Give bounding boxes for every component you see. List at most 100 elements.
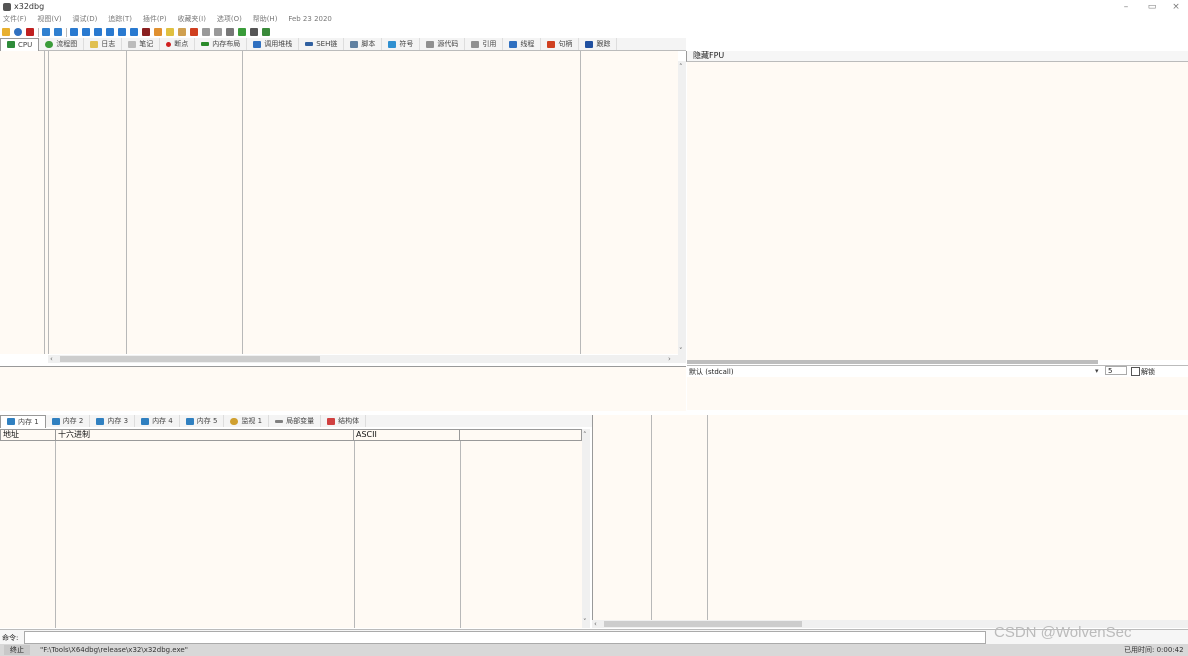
tab-script[interactable]: 脚本 — [344, 38, 383, 50]
menu-file[interactable]: 文件(F) — [3, 15, 27, 23]
registers-pane[interactable] — [687, 62, 1188, 360]
menu-favourites[interactable]: 收藏夹(I) — [177, 15, 206, 23]
scroll-up-icon[interactable]: ˄ — [583, 431, 587, 439]
memory-tab-bar: 内存 1 内存 2 内存 3 内存 4 内存 5 监视 1 局部变量 结构体 — [0, 414, 592, 428]
function-icon[interactable] — [202, 28, 210, 36]
scroll-right-icon[interactable]: › — [668, 355, 671, 363]
menu-view[interactable]: 视图(V) — [37, 15, 61, 23]
notes-icon — [128, 40, 137, 48]
tab-notes[interactable]: 笔记 — [122, 38, 161, 50]
pause-icon[interactable] — [54, 28, 62, 36]
scroll-thumb[interactable] — [60, 356, 320, 362]
menu-help[interactable]: 帮助(H) — [253, 15, 278, 23]
debug-state: 终止 — [4, 645, 30, 655]
tab-handles[interactable]: 句柄 — [541, 38, 580, 50]
toolbar — [0, 26, 1188, 38]
symbols-icon — [388, 40, 397, 48]
tab-dump-4[interactable]: 内存 4 — [135, 415, 180, 427]
tab-log[interactable]: 日志 — [84, 38, 123, 50]
dump-pane[interactable] — [0, 441, 582, 628]
dump-header-hex[interactable]: 十六进制 — [56, 430, 354, 440]
tab-call-stack[interactable]: 调用堆栈 — [247, 38, 300, 50]
stack-pane[interactable] — [592, 415, 1188, 620]
tab-dump-3[interactable]: 内存 3 — [90, 415, 136, 427]
scroll-down-icon[interactable]: ˅ — [583, 618, 587, 626]
scroll-left-icon[interactable]: ‹ — [594, 620, 597, 628]
call-convention-bar: 默认 (stdcall) ▾ 5 解锁 — [687, 365, 1188, 377]
fpu-toggle-label[interactable]: 隐藏FPU — [693, 51, 724, 61]
patch-icon[interactable] — [154, 28, 162, 36]
run-to-user-code-icon[interactable] — [130, 28, 138, 36]
seh-icon — [305, 42, 314, 46]
bookmark-icon[interactable] — [190, 28, 198, 36]
tab-references[interactable]: 引用 — [465, 38, 504, 50]
tab-watch-1[interactable]: 监视 1 — [224, 415, 270, 427]
comment-icon[interactable] — [166, 28, 174, 36]
scroll-down-icon[interactable]: ˅ — [679, 347, 683, 355]
run-icon[interactable] — [42, 28, 50, 36]
column-divider — [460, 441, 461, 628]
dump-vscrollbar[interactable]: ˄ ˅ — [582, 429, 590, 628]
step-over-icon[interactable] — [82, 28, 90, 36]
struct-icon — [327, 417, 336, 425]
watermark: CSDN @WolvenSec — [994, 624, 1132, 641]
tab-memory-map[interactable]: 内存布局 — [195, 38, 248, 50]
dump-header-ascii[interactable]: ASCII — [354, 430, 460, 440]
tab-trace[interactable]: 跟踪 — [579, 38, 618, 50]
dump-header-address[interactable]: 地址 — [1, 430, 56, 440]
menu-trace[interactable]: 追踪(T) — [108, 15, 132, 23]
unlock-checkbox[interactable] — [1131, 367, 1140, 376]
elapsed-time: 已用时间: 0:00:42 — [1124, 646, 1184, 654]
tab-dump-1[interactable]: 内存 1 — [0, 414, 46, 428]
scroll-up-icon[interactable]: ˄ — [679, 63, 683, 71]
label-icon[interactable] — [178, 28, 186, 36]
scroll-thumb[interactable] — [604, 621, 802, 627]
plugin-icon[interactable] — [262, 28, 270, 36]
hash-icon[interactable] — [214, 28, 222, 36]
tab-dump-2[interactable]: 内存 2 — [46, 415, 91, 427]
call-convention-select[interactable]: 默认 (stdcall) — [689, 367, 734, 377]
command-input[interactable] — [24, 631, 986, 644]
column-divider — [354, 441, 355, 628]
tab-struct[interactable]: 结构体 — [321, 415, 367, 427]
scroll-left-icon[interactable]: ‹ — [50, 355, 53, 363]
stop-icon[interactable] — [26, 28, 34, 36]
minimize-button[interactable]: – — [1118, 2, 1134, 12]
tab-breakpoints[interactable]: 断点 — [160, 38, 196, 50]
tab-symbols[interactable]: 符号 — [382, 38, 421, 50]
tab-cpu[interactable]: CPU — [0, 37, 40, 51]
tab-dump-5[interactable]: 内存 5 — [180, 415, 225, 427]
menu-options[interactable]: 选项(O) — [217, 15, 242, 23]
tab-locals[interactable]: 局部变量 — [269, 415, 322, 427]
font-icon[interactable] — [226, 28, 234, 36]
disassembly-vscrollbar[interactable]: ˄ ˅ — [678, 61, 686, 363]
open-icon[interactable] — [2, 28, 10, 36]
trace-into-icon[interactable] — [94, 28, 102, 36]
cpu-icon — [7, 41, 15, 48]
tab-seh[interactable]: SEH链 — [299, 38, 345, 50]
execute-till-return-icon[interactable] — [118, 28, 126, 36]
arg-count-spinner[interactable]: 5 — [1105, 366, 1127, 375]
step-into-icon[interactable] — [70, 28, 78, 36]
scylla-icon[interactable] — [142, 28, 150, 36]
disassembly-pane[interactable] — [0, 51, 678, 354]
column-divider — [48, 51, 49, 354]
disassembly-hscrollbar[interactable]: ‹ › — [48, 355, 678, 363]
memory-icon[interactable] — [250, 28, 258, 36]
registers-scroll-thumb[interactable] — [687, 360, 1098, 364]
calculator-icon[interactable] — [238, 28, 246, 36]
menu-plugins[interactable]: 插件(P) — [143, 15, 167, 23]
call-stack-icon — [253, 40, 262, 48]
tab-source[interactable]: 源代码 — [420, 38, 466, 50]
restore-button[interactable]: ▭ — [1144, 2, 1160, 12]
menu-debug[interactable]: 调试(D) — [73, 15, 98, 23]
column-divider — [242, 51, 243, 354]
tab-graph[interactable]: 流程图 — [39, 38, 85, 50]
close-button[interactable]: × — [1168, 2, 1184, 12]
tab-threads[interactable]: 线程 — [503, 38, 542, 50]
dropdown-arrow-icon[interactable]: ▾ — [1095, 367, 1099, 375]
restart-icon[interactable] — [14, 28, 22, 36]
trace-over-icon[interactable] — [106, 28, 114, 36]
breakpoint-icon — [166, 41, 172, 47]
fpu-header[interactable]: 隐藏FPU — [686, 51, 1188, 62]
